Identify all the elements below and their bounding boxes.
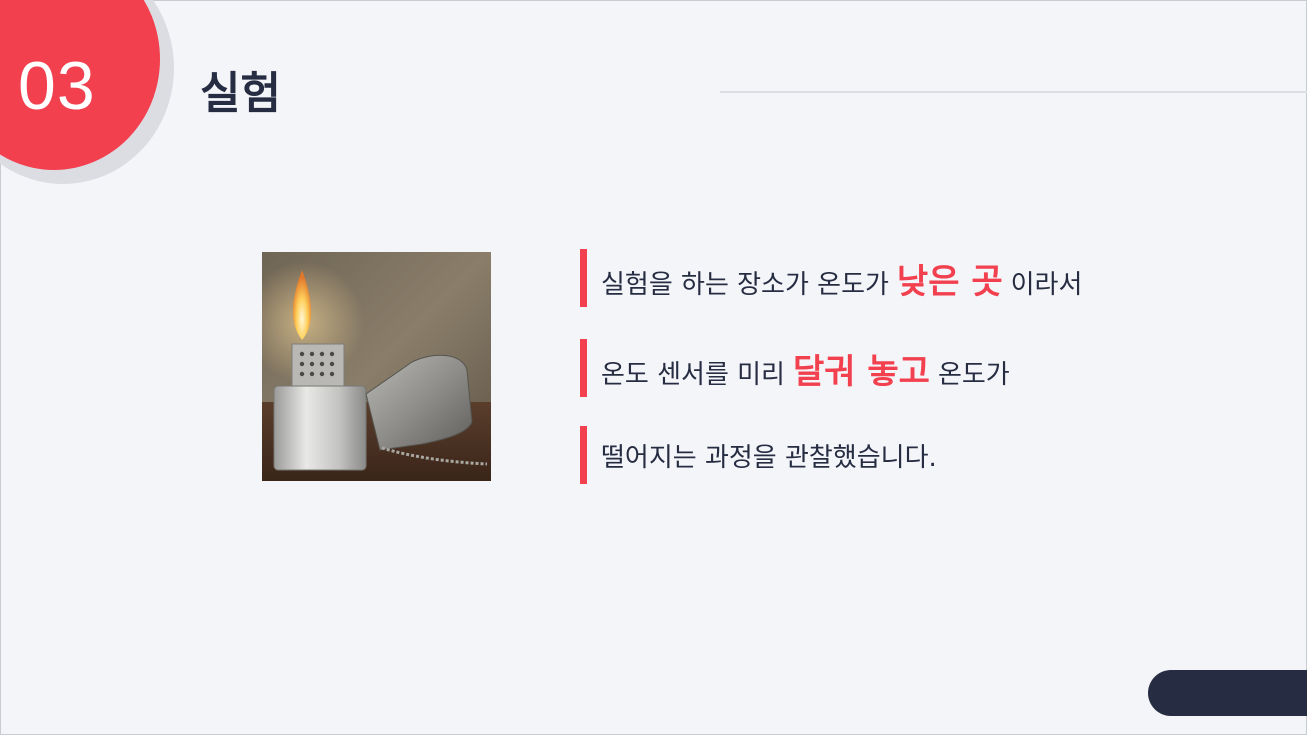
bullet-text: 떨어지는 과정을 관찰했습니다.: [601, 437, 937, 474]
bullet-item-2: 온도 센서를 미리 달궈 놓고 온도가: [580, 339, 1010, 397]
bullet-text: 온도 센서를 미리 달궈 놓고 온도가: [601, 344, 1010, 393]
bullet-item-1: 실험을 하는 장소가 온도가 낮은 곳 이라서: [580, 249, 1082, 307]
bullet-text-before: 떨어지는 과정을 관찰했습니다.: [601, 442, 937, 473]
section-number: 03: [18, 48, 96, 124]
bullet-bar: [580, 426, 587, 484]
lighter-photo: [262, 252, 491, 481]
footer-pill-decoration: [1148, 670, 1307, 716]
bullet-highlight: 달궈 놓고: [792, 351, 930, 392]
lighter-illustration: [262, 252, 491, 481]
bullet-text: 실험을 하는 장소가 온도가 낮은 곳 이라서: [601, 254, 1082, 303]
bullet-highlight: 낮은 곳: [896, 261, 1003, 302]
bullet-text-after: 이라서: [1010, 269, 1083, 300]
bullet-text-after: 온도가: [937, 359, 1010, 390]
bullet-item-3: 떨어지는 과정을 관찰했습니다.: [580, 426, 937, 484]
bullet-text-before: 온도 센서를 미리: [601, 359, 785, 390]
bullet-bar: [580, 339, 587, 397]
header-divider: [720, 91, 1307, 93]
bullet-text-before: 실험을 하는 장소가 온도가: [601, 269, 889, 300]
slide-title: 실험: [200, 68, 281, 119]
bullet-bar: [580, 249, 587, 307]
